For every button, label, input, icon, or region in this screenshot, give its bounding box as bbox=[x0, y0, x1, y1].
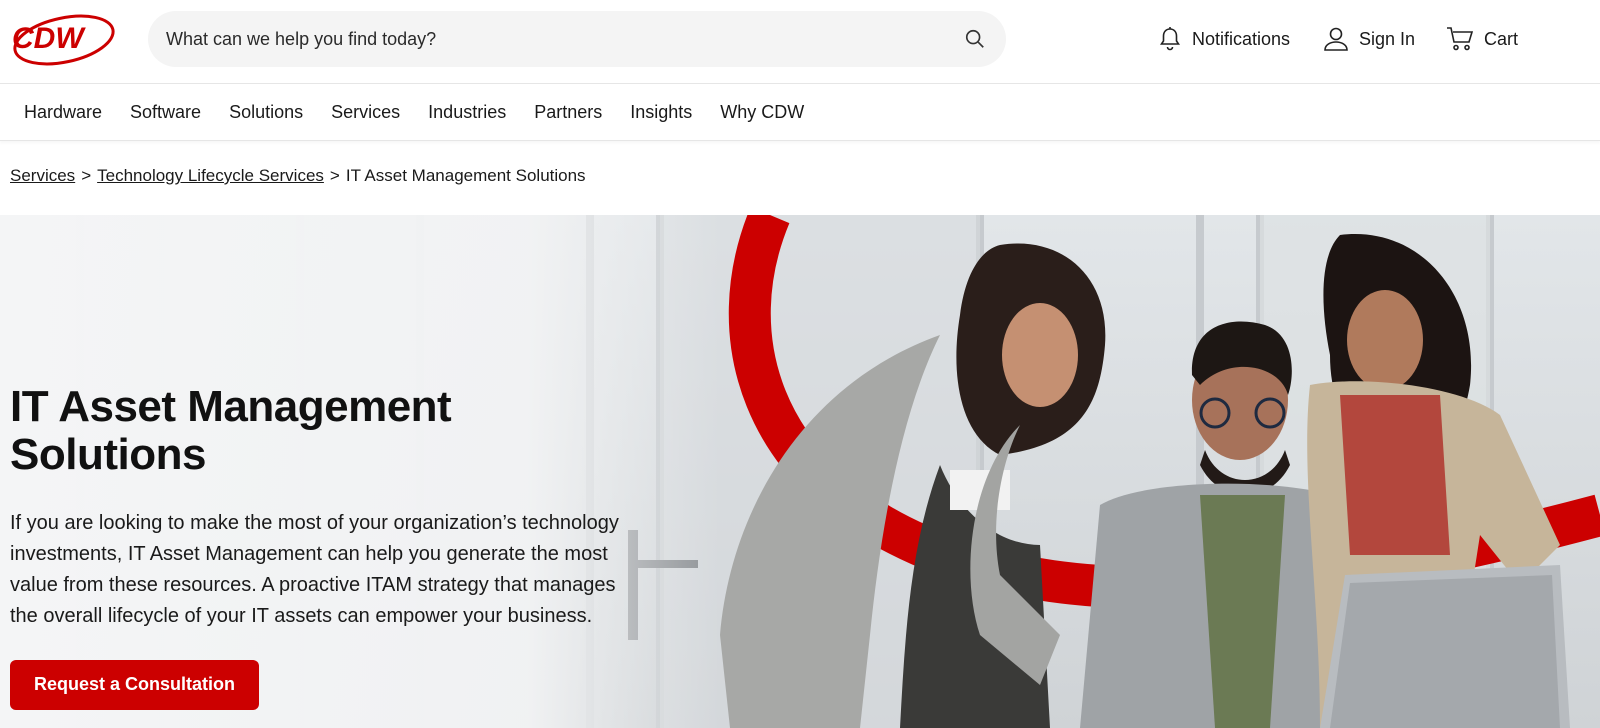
hero-content: IT Asset Management Solutions If you are… bbox=[10, 382, 650, 710]
breadcrumb-separator: > bbox=[329, 166, 340, 185]
site-header: CDW Notifications Sign In bbox=[0, 0, 1600, 84]
request-consultation-button[interactable]: Request a Consultation bbox=[10, 659, 260, 710]
page-title: IT Asset Management Solutions bbox=[10, 382, 452, 480]
main-nav: Hardware Software Solutions Services Ind… bbox=[0, 85, 1600, 141]
cart-icon bbox=[1446, 26, 1474, 52]
bell-icon bbox=[1158, 26, 1182, 52]
breadcrumb-current: IT Asset Management Solutions bbox=[345, 166, 586, 185]
nav-item-software[interactable]: Software bbox=[130, 102, 201, 123]
breadcrumb-link-services[interactable]: Services bbox=[10, 166, 75, 186]
user-icon bbox=[1323, 26, 1349, 52]
sign-in-button[interactable]: Sign In bbox=[1323, 22, 1415, 56]
sign-in-label: Sign In bbox=[1359, 28, 1416, 49]
nav-item-hardware[interactable]: Hardware bbox=[24, 102, 102, 123]
cart-button[interactable]: Cart bbox=[1446, 22, 1518, 56]
logo-text: CDW bbox=[12, 22, 86, 55]
cart-label: Cart bbox=[1484, 28, 1519, 49]
notifications-button[interactable]: Notifications bbox=[1158, 22, 1290, 56]
search-input[interactable] bbox=[166, 28, 962, 50]
search-bar bbox=[148, 11, 1006, 67]
breadcrumb-link-technology-lifecycle[interactable]: Technology Lifecycle Services bbox=[97, 166, 324, 186]
search-icon[interactable] bbox=[962, 26, 988, 52]
cdw-logo[interactable]: CDW bbox=[8, 8, 116, 68]
breadcrumb-separator: > bbox=[81, 166, 92, 185]
nav-item-solutions[interactable]: Solutions bbox=[229, 102, 303, 123]
notifications-label: Notifications bbox=[1192, 28, 1291, 49]
nav-item-industries[interactable]: Industries bbox=[428, 102, 506, 123]
nav-item-insights[interactable]: Insights bbox=[630, 102, 692, 123]
nav-item-partners[interactable]: Partners bbox=[534, 102, 602, 123]
hero-description: If you are looking to make the most of y… bbox=[10, 511, 619, 627]
nav-item-services[interactable]: Services bbox=[331, 102, 400, 123]
nav-item-why-cdw[interactable]: Why CDW bbox=[720, 102, 804, 123]
hero-banner: IT Asset Management Solutions If you are… bbox=[0, 215, 1600, 728]
breadcrumb: Services > Technology Lifecycle Services… bbox=[10, 166, 586, 186]
